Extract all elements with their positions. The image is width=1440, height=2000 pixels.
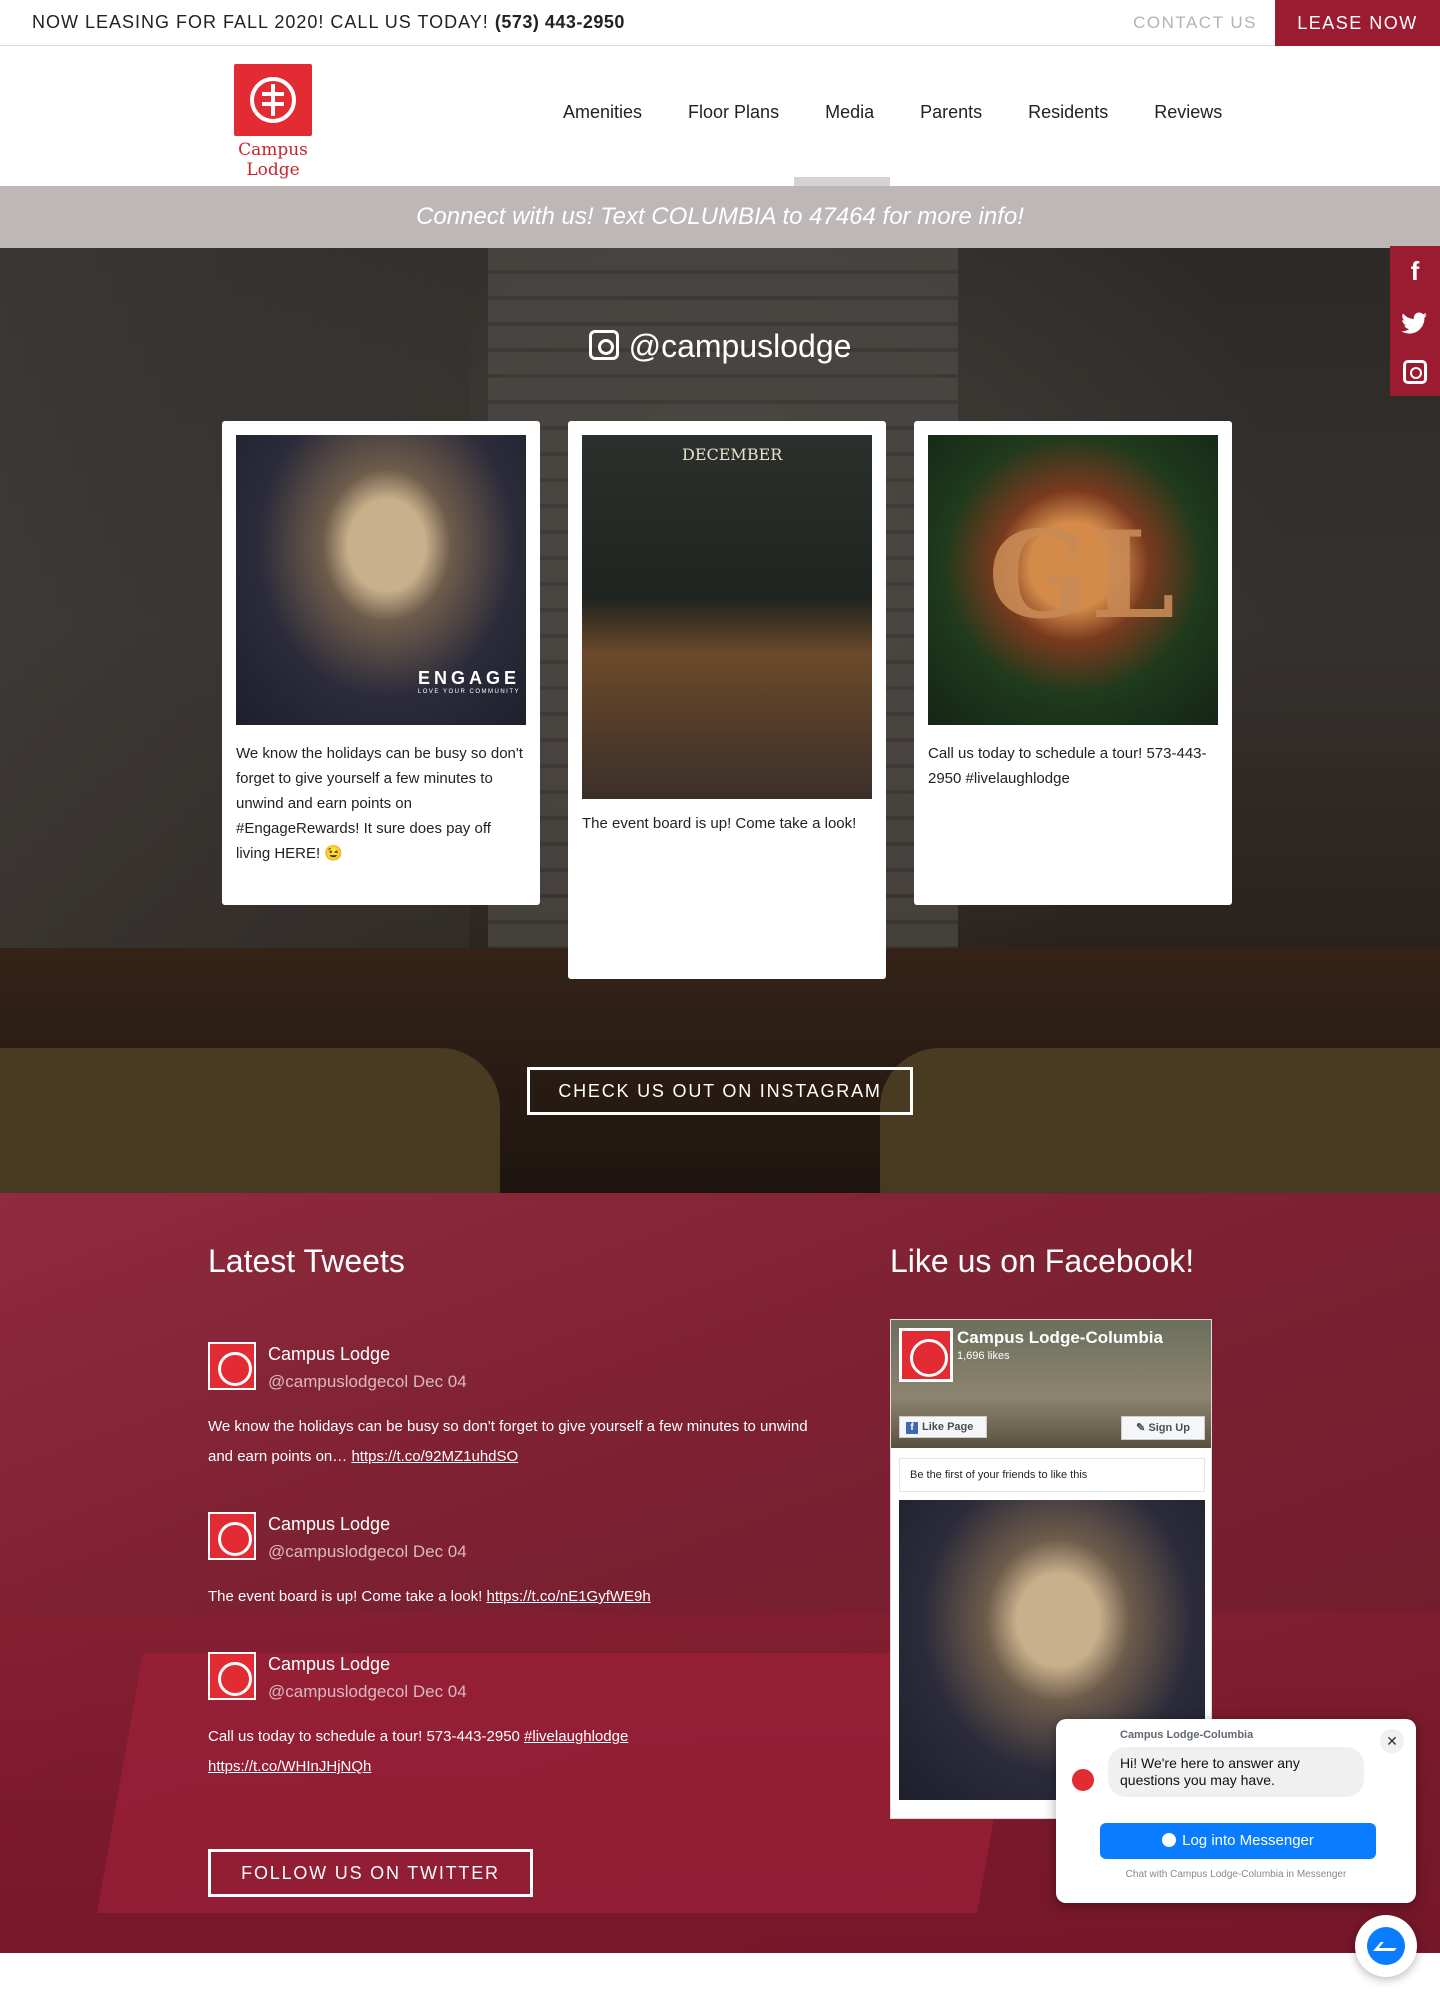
instagram-post-card[interactable]: ENGAGE LOVE YOUR COMMUNITY We know the ho… [222,421,540,905]
avatar [1070,1767,1096,1793]
tweet-handle-date: @campuslodgecol Dec 04 [268,1542,467,1561]
top-bar: NOW LEASING FOR FALL 2020! CALL US TODAY… [0,0,1440,46]
tweet-text: The event board is up! Come take a look!… [208,1588,651,1605]
instagram-icon [588,330,619,360]
instagram-cta-button[interactable]: CHECK US OUT ON INSTAGRAM [527,1067,913,1115]
facebook-icon[interactable]: f [1390,246,1440,296]
instagram-handle[interactable]: @campuslodge [0,328,1440,365]
latest-tweets-heading: Latest Tweets [208,1243,405,1279]
close-icon[interactable]: ✕ [1380,1729,1404,1753]
gl-letters-overlay: GL [988,505,1175,646]
messenger-footer: Chat with Campus Lodge-Columbia in Messe… [1125,1869,1347,1880]
instagram-post-caption: We know the holidays can be busy so don'… [236,745,523,862]
facebook-friends-text: Be the first of your friends to like thi… [899,1458,1205,1492]
messenger-icon [1367,1927,1405,1965]
instagram-section: @campuslodge ENGAGE LOVE YOUR COMMUNITY W… [0,248,1440,1193]
facebook-icon: f [906,1422,918,1434]
tweet-text: We know the holidays can be busy so don'… [208,1418,808,1465]
tweet-link[interactable]: https://t.co/WHInJHjNQh [208,1758,371,1775]
lease-now-button[interactable]: LEASE NOW [1275,0,1440,46]
connect-banner: Connect with us! Text COLUMBIA to 47464 … [0,186,1440,248]
facebook-likes-count: 1,696 likes [957,1350,1010,1362]
messenger-sender: Campus Lodge-Columbia [1120,1729,1254,1741]
leasing-text: NOW LEASING FOR FALL 2020! CALL US TODAY… [32,12,489,32]
twitter-icon[interactable] [1390,296,1440,346]
facebook-page-name[interactable]: Campus Lodge-Columbia [957,1328,1163,1348]
instagram-post-caption: The event board is up! Come take a look! [582,815,857,832]
leasing-announcement: NOW LEASING FOR FALL 2020! CALL US TODAY… [32,12,625,33]
instagram-post-card[interactable]: GL Call us today to schedule a tour! 573… [914,421,1232,905]
instagram-post-card[interactable]: DECEMBER The event board is up! Come tak… [568,421,886,979]
tweet-author[interactable]: Campus Lodge [268,1654,390,1675]
messenger-login-button[interactable]: Log into Messenger [1100,1823,1376,1859]
main-nav: Amenities Floor Plans Media Parents Resi… [540,102,1245,123]
facebook-page-avatar[interactable] [899,1328,953,1382]
facebook-signup-button[interactable]: ✎ Sign Up [1121,1416,1205,1440]
avatar[interactable] [208,1512,256,1560]
messenger-icon [1162,1833,1177,1847]
nav-item-amenities[interactable]: Amenities [540,102,665,123]
instagram-post-image[interactable]: DECEMBER [582,435,872,799]
contact-us-link[interactable]: CONTACT US [1133,13,1257,33]
tweet-author[interactable]: Campus Lodge [268,1344,390,1365]
nav-item-media[interactable]: Media [802,102,897,123]
avatar[interactable] [208,1342,256,1390]
social-sidebar: f [1390,246,1440,396]
instagram-post-image[interactable]: GL [928,435,1218,725]
site-logo[interactable]: Campus Lodge [213,64,333,180]
follow-twitter-button[interactable]: FOLLOW US ON TWITTER [208,1849,533,1897]
tweet-handle-date: @campuslodgecol Dec 04 [268,1372,467,1391]
logo-name: Campus Lodge [238,140,308,180]
tweet-hashtag[interactable]: #livelaughlodge [524,1728,628,1745]
avatar[interactable] [208,1652,256,1700]
tweet-author[interactable]: Campus Lodge [268,1514,390,1535]
messenger-launcher-button[interactable] [1355,1915,1417,1977]
nav-item-parents[interactable]: Parents [897,102,1005,123]
active-nav-indicator [794,177,890,186]
logo-mark-icon [234,64,312,136]
tweet-text: Call us today to schedule a tour! 573-44… [208,1728,629,1775]
nav-item-residents[interactable]: Residents [1005,102,1131,123]
messenger-greeting: Hi! We're here to answer any questions y… [1108,1747,1364,1797]
nav-item-reviews[interactable]: Reviews [1131,102,1245,123]
nav-item-floor-plans[interactable]: Floor Plans [665,102,802,123]
messenger-chat-popup: Campus Lodge-Columbia ✕ Hi! We're here t… [1056,1719,1416,1903]
facebook-heading: Like us on Facebook! [890,1243,1195,1279]
facebook-like-button[interactable]: f Like Page [899,1416,987,1438]
chalkboard-overlay: DECEMBER [682,445,783,464]
instagram-post-image[interactable]: ENGAGE LOVE YOUR COMMUNITY [236,435,526,725]
tweet-link[interactable]: https://t.co/nE1GyfWE9h [487,1588,651,1605]
tweet-handle-date: @campuslodgecol Dec 04 [268,1682,467,1701]
instagram-post-caption: Call us today to schedule a tour! 573-44… [928,745,1207,787]
tweet-link[interactable]: https://t.co/92MZ1uhdSO [351,1448,518,1465]
site-header: Campus Lodge Amenities Floor Plans Media… [0,46,1440,186]
phone-link[interactable]: (573) 443-2950 [495,12,625,32]
engage-overlay: ENGAGE LOVE YOUR COMMUNITY [417,668,520,695]
instagram-social-icon[interactable] [1390,346,1440,396]
